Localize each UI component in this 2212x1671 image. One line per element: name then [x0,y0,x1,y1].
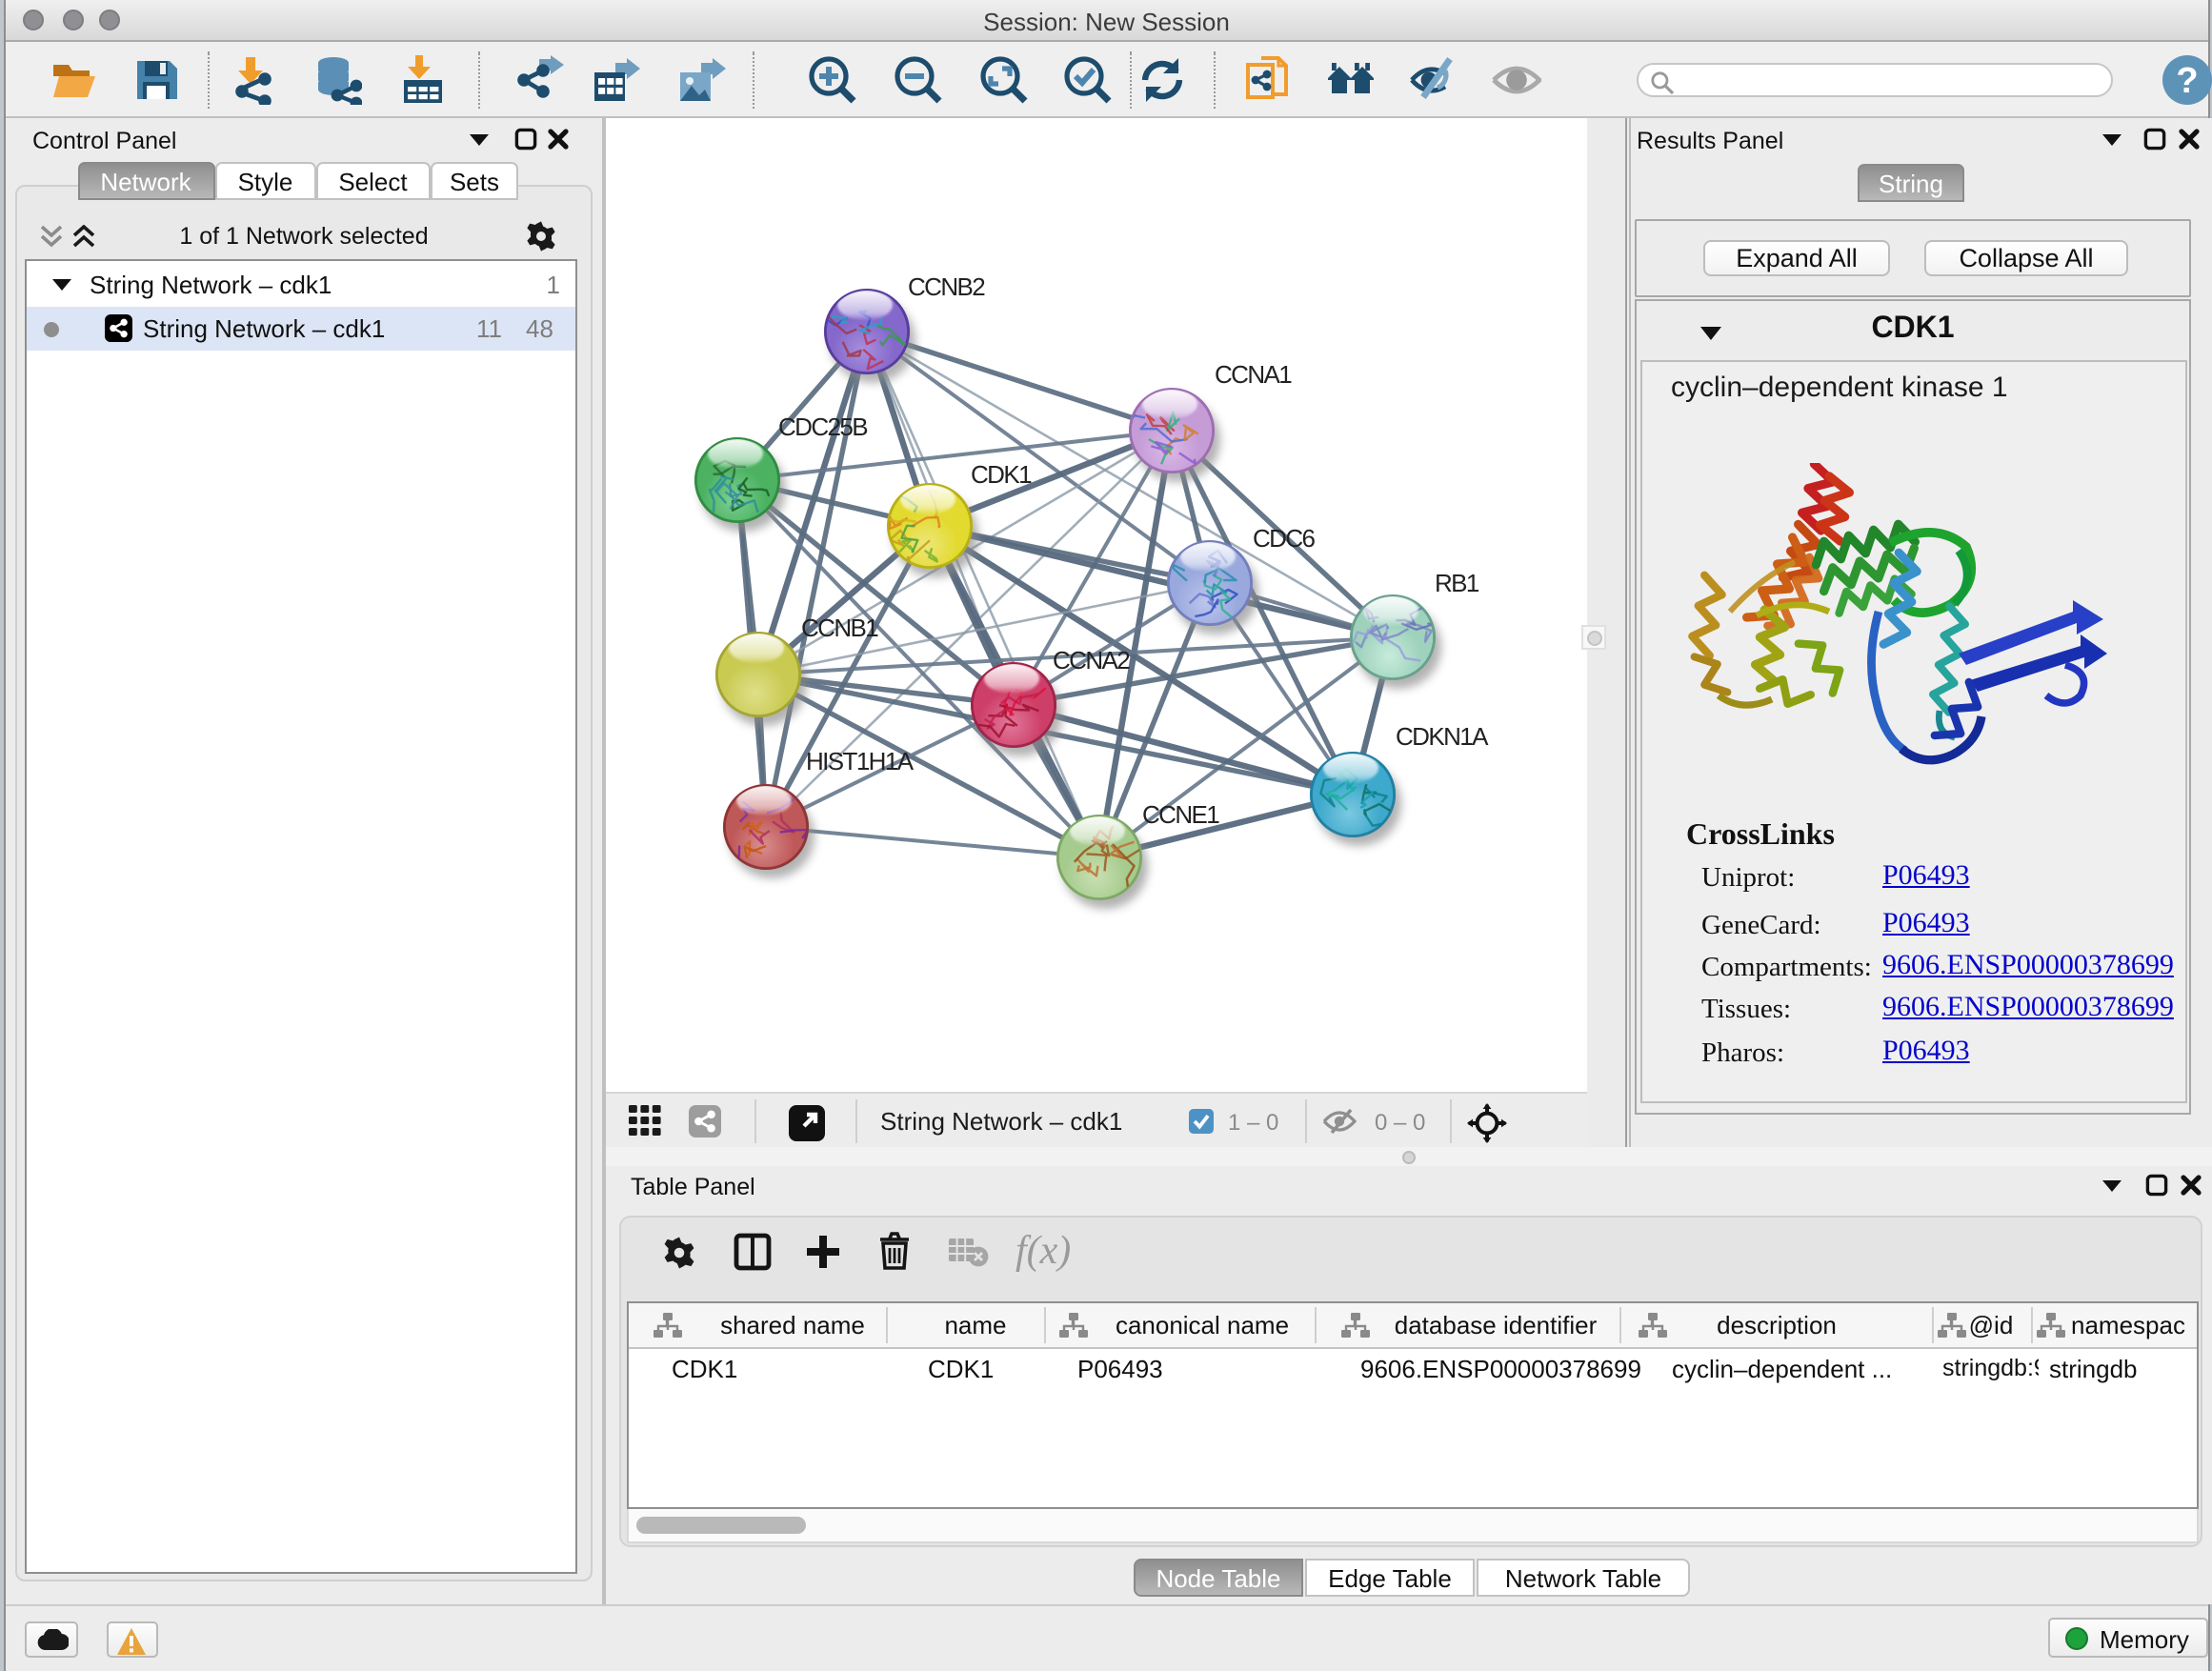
svg-text:?: ? [2175,60,2197,100]
svg-text:CDC6: CDC6 [1252,524,1315,553]
svg-text:CCNE1: CCNE1 [1141,800,1218,829]
svg-text:CCNA1: CCNA1 [1214,360,1291,389]
svg-text:RB1: RB1 [1434,569,1478,597]
svg-text:HIST1H1A: HIST1H1A [805,747,914,775]
svg-text:CCNB1: CCNB1 [800,614,877,642]
svg-text:CCNB2: CCNB2 [907,272,984,301]
svg-text:CDC25B: CDC25B [777,413,866,441]
svg-text:CDK1: CDK1 [970,460,1031,489]
svg-text:CDKN1A: CDKN1A [1395,722,1488,751]
svg-text:CCNA2: CCNA2 [1052,646,1129,674]
